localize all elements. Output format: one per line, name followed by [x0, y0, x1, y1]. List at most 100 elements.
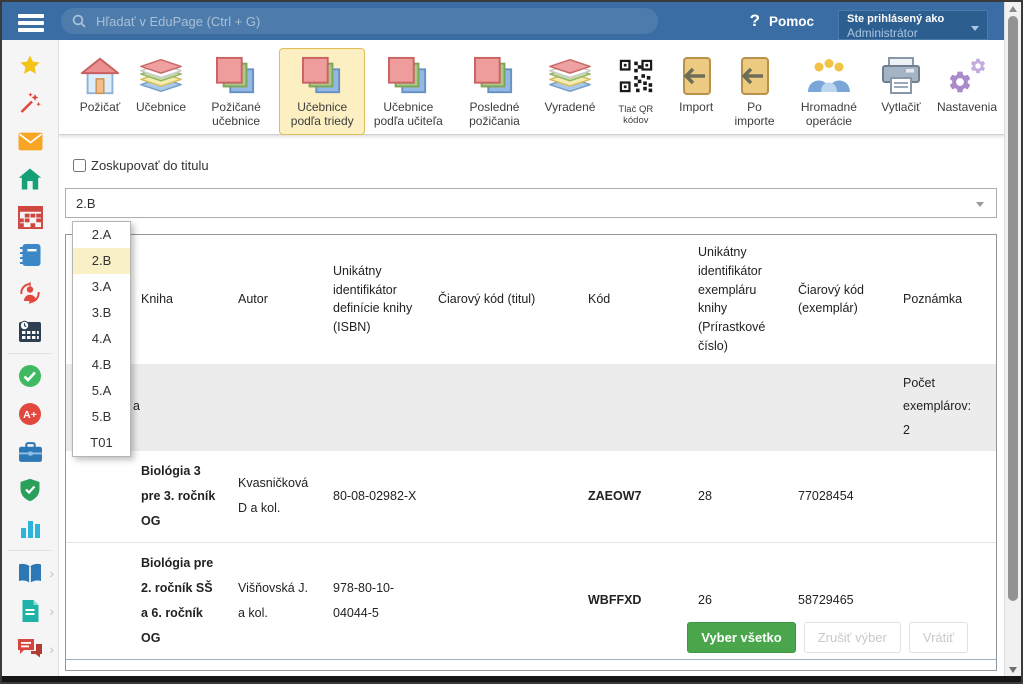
toolbar-item-tlac-qr-kodov[interactable]: Tlač QR kódov	[602, 48, 669, 133]
sidebar-item-messages[interactable]	[2, 122, 58, 160]
toolbar-item-label: Hromadné operácie	[793, 100, 865, 129]
help-button[interactable]: ? Pomoc	[750, 11, 814, 31]
table-action-buttons: Vyber všetko Zrušiť výber Vrátiť	[687, 622, 968, 653]
calendar-clock-icon	[18, 320, 42, 343]
cell-barcode-title	[428, 451, 578, 543]
class-option-2b[interactable]: 2.B	[73, 248, 130, 274]
logged-in-user-menu[interactable]: Ste prihlásený ako Administrátor	[838, 10, 988, 40]
sidebar-item-grades[interactable]: A+	[2, 395, 58, 433]
class-select[interactable]: 2.B	[65, 188, 997, 218]
layered-squares-icon	[215, 54, 257, 98]
toolbar-item-pozicane-ucebnice[interactable]: Požičané učebnice	[193, 48, 279, 135]
class-option-2a[interactable]: 2.A	[73, 222, 130, 248]
scroll-down-icon[interactable]	[1009, 667, 1017, 673]
books-table: Kniha Autor Unikátny identifikátor defin…	[66, 235, 996, 660]
cell-kod: ZAEOW7	[578, 451, 688, 543]
group-by-title-checkbox[interactable]	[73, 159, 86, 172]
group-count-cell: Počet exemplárov: 2	[893, 364, 996, 451]
table-row[interactable]: Biológia 3 pre 3. ročník OG Kvasničková …	[66, 451, 996, 543]
cell-exemplar-id: 28	[688, 451, 788, 543]
home-icon	[18, 168, 42, 190]
toolbar-item-vyradene[interactable]: Vyradené	[538, 48, 603, 120]
sidebar-item-results[interactable]	[2, 509, 58, 547]
class-option-4a[interactable]: 4.A	[73, 326, 130, 352]
class-option-4b[interactable]: 4.B	[73, 352, 130, 378]
main-area: Požičať Učebnice Požičané učebnice Učebn…	[59, 40, 1004, 676]
question-mark-icon: ?	[750, 11, 760, 31]
select-all-button[interactable]: Vyber všetko	[687, 622, 795, 653]
layered-squares-icon	[473, 54, 515, 98]
quill-icon	[18, 675, 42, 676]
chevron-right-icon: ›	[49, 641, 54, 657]
edupage-window: ? Pomoc Ste prihlásený ako Administrátor	[0, 0, 1023, 684]
books-table-container: Kniha Autor Unikátny identifikátor defin…	[65, 234, 997, 671]
class-option-t01[interactable]: T01	[73, 430, 130, 456]
toolbar-item-hromadne-operacie[interactable]: Hromadné operácie	[786, 48, 872, 135]
toolbar-item-label: Požičané učebnice	[200, 100, 272, 129]
sidebar-item-timetable[interactable]	[2, 198, 58, 236]
toolbar-item-label: Posledné požičania	[458, 100, 530, 129]
toolbar-item-label: Nastavenia	[937, 100, 997, 114]
sidebar-item-substitution[interactable]	[2, 274, 58, 312]
shield-check-icon	[19, 478, 41, 502]
svg-text:A+: A+	[23, 409, 37, 421]
sidebar-item-chat[interactable]: ›	[2, 630, 58, 668]
gears-icon	[945, 54, 989, 98]
cell-kod: WBFFXD	[578, 542, 688, 659]
star-icon	[18, 54, 42, 77]
help-label: Pomoc	[769, 14, 814, 29]
toolbar-item-pozicat[interactable]: Požičať	[71, 48, 129, 120]
group-by-title-row: Zoskupovať do titulu	[73, 157, 997, 173]
logged-in-as-label: Ste prihlásený ako	[847, 13, 979, 25]
printer-icon	[879, 54, 923, 98]
class-option-3b[interactable]: 3.B	[73, 300, 130, 326]
a-plus-circle-icon: A+	[18, 402, 42, 426]
hamburger-menu-icon[interactable]	[18, 14, 44, 32]
chat-bubbles-icon	[17, 638, 43, 660]
toolbar-item-ucebnice[interactable]: Učebnice	[129, 48, 193, 120]
people-group-icon	[806, 54, 852, 98]
table-header-row: Kniha Autor Unikátny identifikátor defin…	[66, 235, 996, 364]
house-icon	[78, 54, 122, 98]
toolbar-item-import[interactable]: Import	[669, 48, 723, 120]
scroll-up-icon[interactable]	[1009, 6, 1017, 12]
toolbar-item-nastavenia[interactable]: Nastavenia	[930, 48, 1004, 120]
sidebar-item-agenda[interactable]	[2, 433, 58, 471]
return-button[interactable]: Vrátiť	[909, 622, 968, 653]
toolbar-item-po-importe[interactable]: Po importe	[723, 48, 786, 135]
sidebar-item-documents[interactable]: ›	[2, 592, 58, 630]
book-stack-icon	[138, 54, 184, 98]
sidebar: A+ ›	[2, 40, 59, 676]
search-input[interactable]	[94, 13, 647, 30]
class-option-5b[interactable]: 5.B	[73, 404, 130, 430]
documents-note-icon	[20, 599, 41, 623]
toolbar-item-vytlacit[interactable]: Vytlačiť	[872, 48, 930, 120]
toolbar-item-ucebnice-podla-triedy[interactable]: Učebnice podľa triedy	[279, 48, 365, 135]
count-label: Počet exemplárov:	[903, 372, 986, 420]
toolbar-item-posledne-pozicania[interactable]: Posledné požičania	[451, 48, 537, 135]
cell-autor: Višňovská J. a kol.	[228, 542, 323, 659]
sidebar-item-library[interactable]: ›	[2, 554, 58, 592]
sidebar-item-calendar[interactable]	[2, 312, 58, 350]
bar-chart-icon	[19, 517, 42, 539]
toolbar-item-label: Požičať	[80, 100, 121, 114]
class-option-3a[interactable]: 3.A	[73, 274, 130, 300]
sidebar-item-home[interactable]	[2, 160, 58, 198]
sidebar-item-attendance[interactable]	[2, 357, 58, 395]
vertical-scrollbar[interactable]	[1004, 2, 1021, 676]
chevron-down-icon	[976, 202, 984, 207]
cancel-selection-button[interactable]: Zrušiť výber	[804, 622, 901, 653]
class-select-value: 2.B	[76, 196, 96, 211]
qr-code-icon	[618, 54, 654, 98]
sidebar-item-signature[interactable]	[2, 668, 58, 676]
sidebar-item-admin[interactable]	[2, 471, 58, 509]
sidebar-divider	[8, 550, 52, 551]
sidebar-item-wizard[interactable]	[2, 84, 58, 122]
class-option-5a[interactable]: 5.A	[73, 378, 130, 404]
scrollbar-thumb[interactable]	[1008, 16, 1018, 601]
toolbar-item-ucebnice-podla-ucitela[interactable]: Učebnice podľa učiteľa	[365, 48, 451, 135]
toolbar-item-label: Import	[679, 100, 713, 114]
sidebar-item-classbook[interactable]	[2, 236, 58, 274]
sidebar-item-favorites[interactable]	[2, 46, 58, 84]
chevron-down-icon	[971, 26, 979, 31]
